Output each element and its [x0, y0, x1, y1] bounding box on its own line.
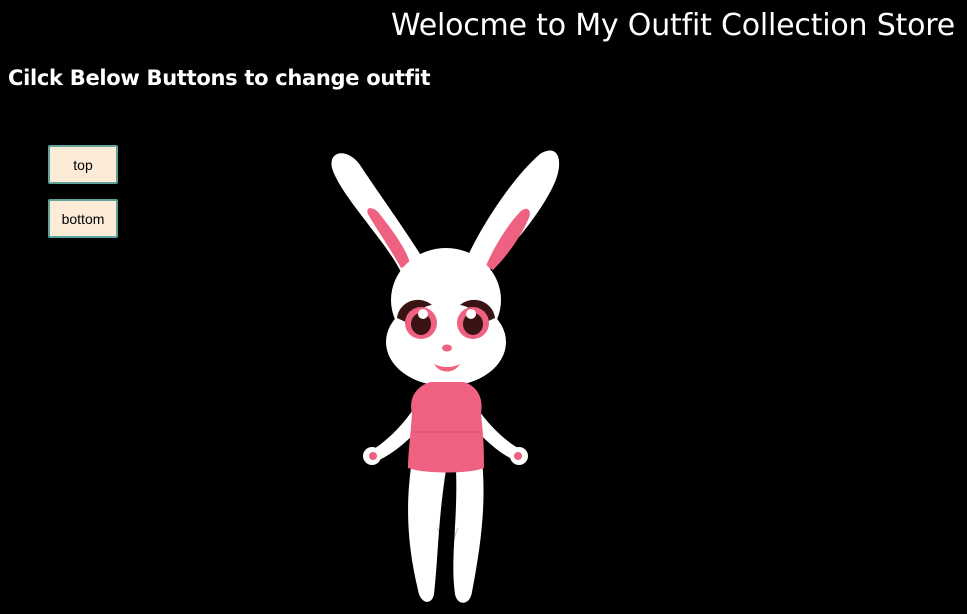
bunny-character: [331, 150, 560, 603]
bottom-outfit-button[interactable]: bottom: [48, 199, 118, 238]
page-title: Welocme to My Outfit Collection Store: [391, 8, 955, 43]
pink-dress-outfit: [408, 382, 484, 473]
bunny-legs: [408, 460, 484, 603]
instructions-subtitle: Cilck Below Buttons to change outfit: [8, 66, 431, 90]
bunny-head: [386, 248, 506, 386]
top-outfit-button[interactable]: top: [48, 145, 118, 184]
